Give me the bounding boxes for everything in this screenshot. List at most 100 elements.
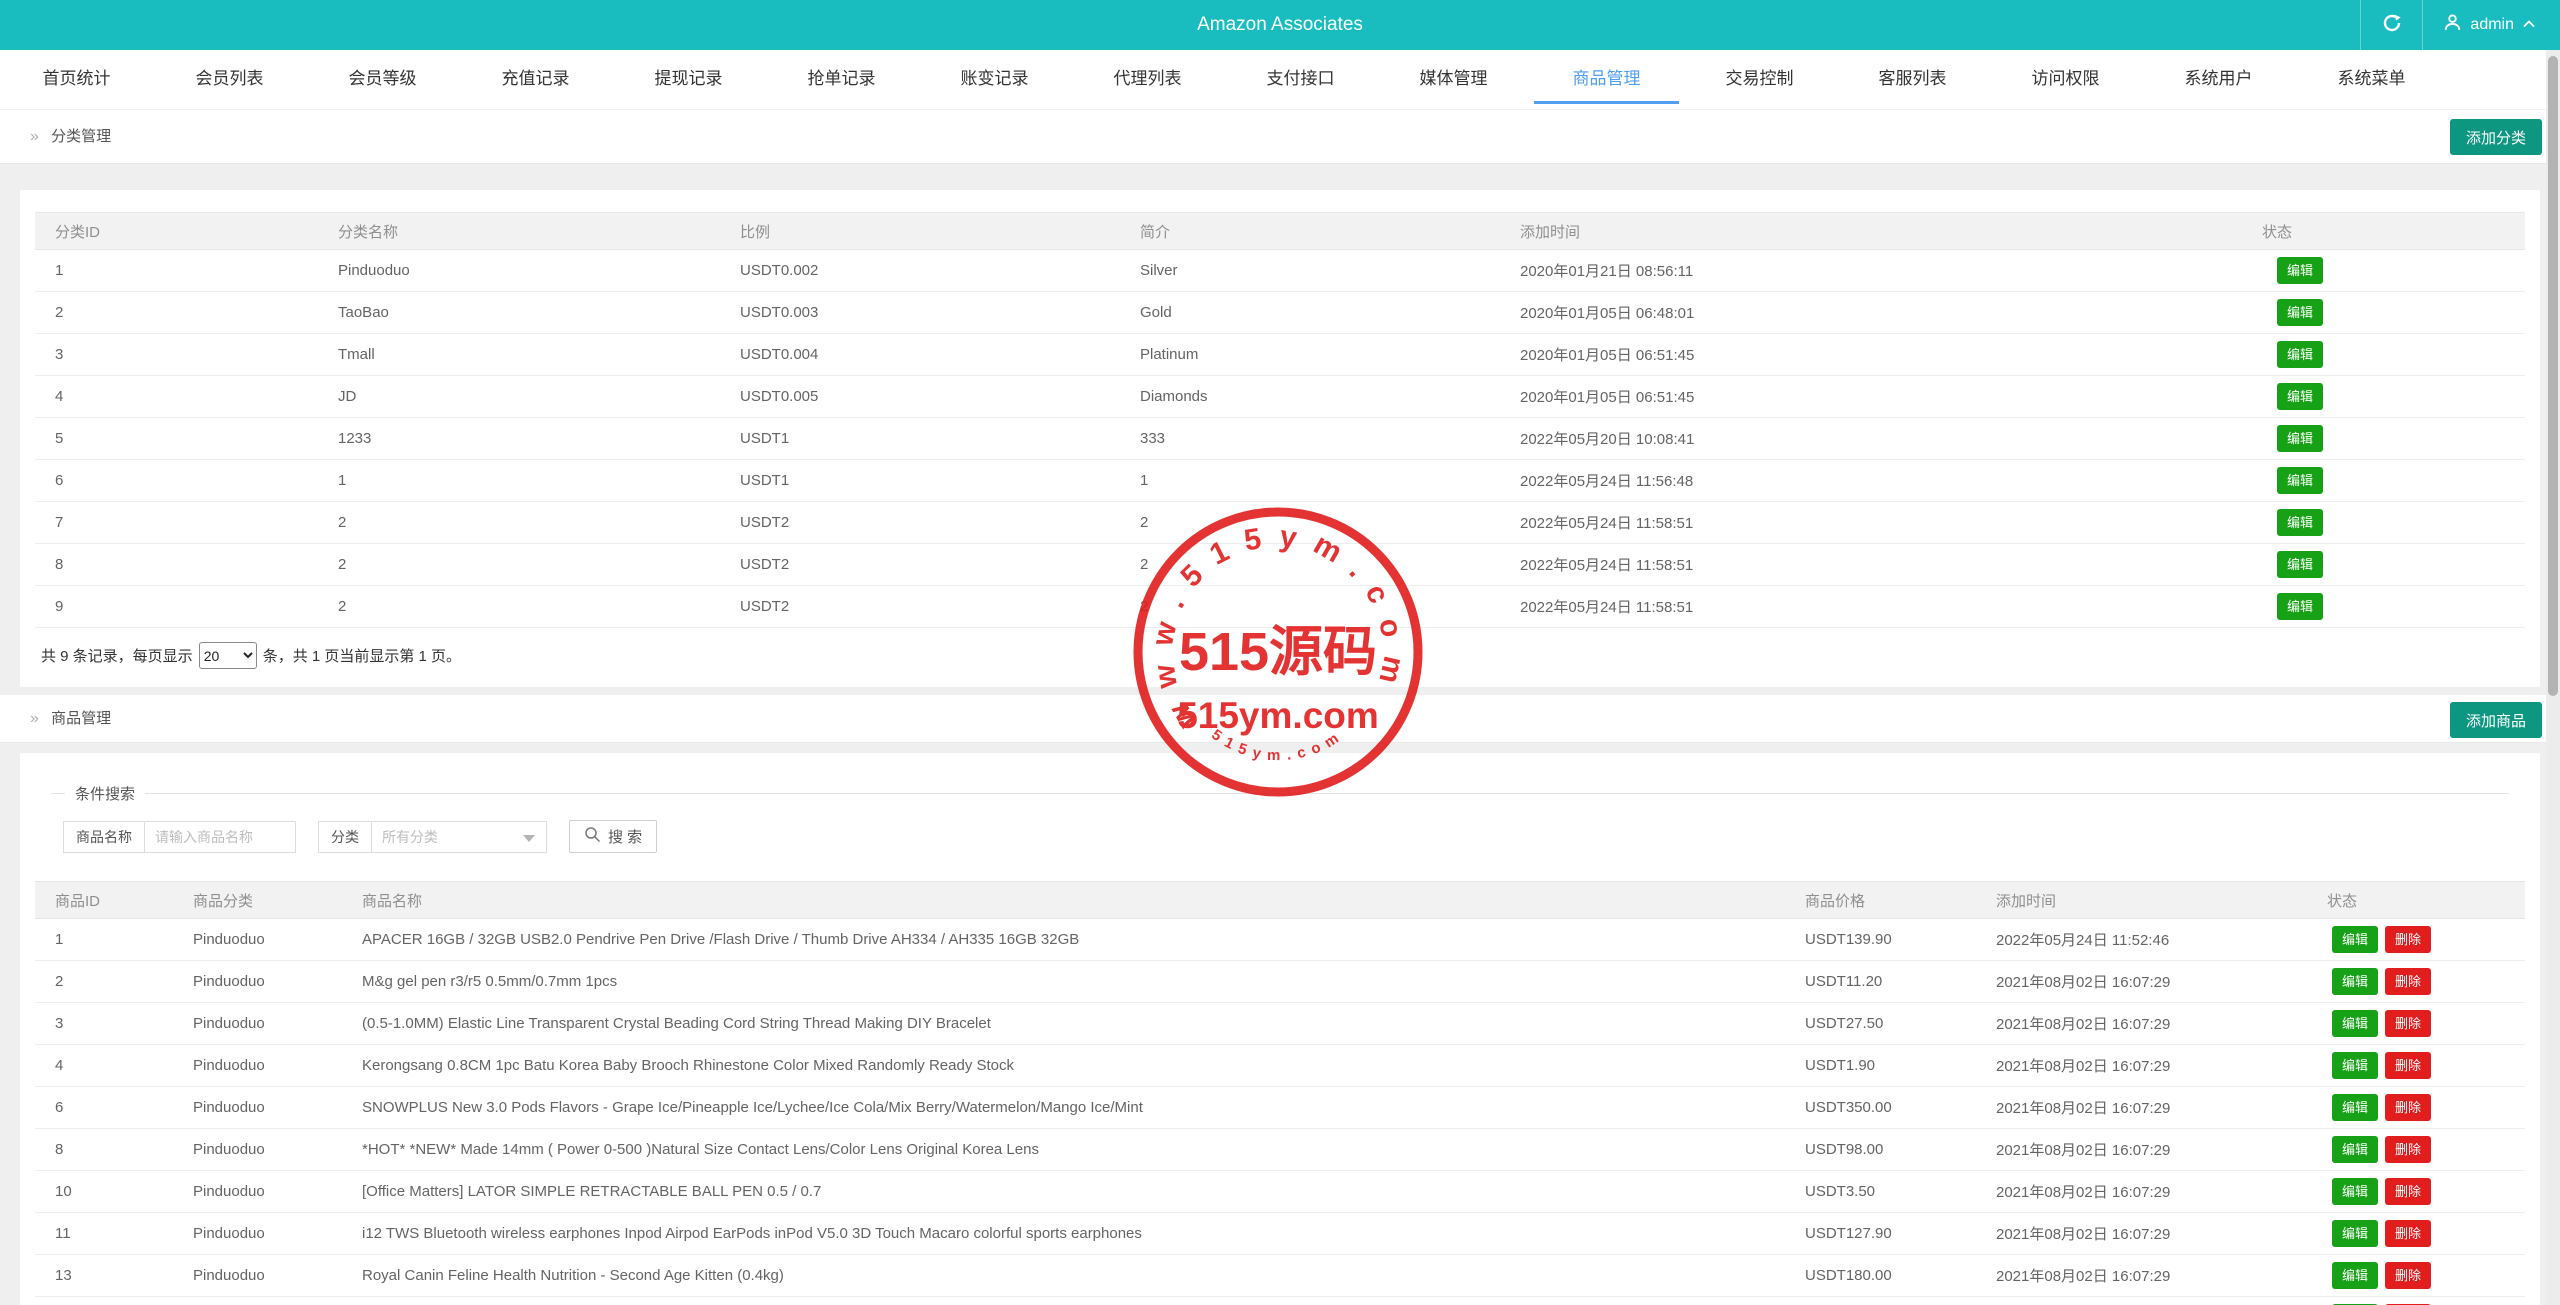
search-button[interactable]: 搜 索 xyxy=(569,820,657,853)
edit-button[interactable]: 编辑 xyxy=(2277,383,2323,410)
delete-button[interactable]: 删除 xyxy=(2385,1052,2431,1079)
edit-button[interactable]: 编辑 xyxy=(2277,593,2323,620)
column-header: 分类ID xyxy=(35,213,318,250)
cell-ratio: USDT2 xyxy=(720,544,1120,586)
pagination: 共 9 条记录，每页显示 20 条，共 1 页当前显示第 1 页。 xyxy=(41,642,2525,669)
edit-button[interactable]: 编辑 xyxy=(2277,509,2323,536)
add-product-button[interactable]: 添加商品 xyxy=(2450,702,2542,738)
pagination-suffix: 条，共 1 页当前显示第 1 页。 xyxy=(263,645,461,666)
edit-button[interactable]: 编辑 xyxy=(2332,1220,2378,1247)
edit-button[interactable]: 编辑 xyxy=(2277,257,2323,284)
breadcrumb-product: 商品管理 xyxy=(51,710,111,727)
cell-time: 2020年01月05日 06:51:45 xyxy=(1500,334,2242,376)
cell-id: 11 xyxy=(35,1213,173,1255)
tab-member-list[interactable]: 会员列表 xyxy=(153,50,306,110)
edit-button[interactable]: 编辑 xyxy=(2332,926,2378,953)
cell-category: Pinduoduo xyxy=(173,1297,342,1305)
cell-id: 1 xyxy=(35,919,173,961)
cell-name: *Hot Sales* Macaron Bluetooth Earpod InP… xyxy=(342,1297,1785,1305)
tab-label: 访问权限 xyxy=(2032,69,2100,88)
tab-recharge-records[interactable]: 充值记录 xyxy=(459,50,612,110)
cell-status: 编辑删除 xyxy=(2307,1087,2525,1129)
edit-button[interactable]: 编辑 xyxy=(2277,551,2323,578)
search-row: 商品名称 分类 所有分类 搜 索 xyxy=(63,820,2509,853)
category-table-row: 92USDT222022年05月24日 11:58:51编辑 xyxy=(35,586,2525,628)
tab-label: 提现记录 xyxy=(655,69,723,88)
edit-button[interactable]: 编辑 xyxy=(2277,467,2323,494)
delete-button[interactable]: 删除 xyxy=(2385,1262,2431,1289)
delete-button[interactable]: 删除 xyxy=(2385,968,2431,995)
tab-agent-list[interactable]: 代理列表 xyxy=(1071,50,1224,110)
category-filter-select[interactable]: 所有分类 xyxy=(371,821,547,853)
edit-button[interactable]: 编辑 xyxy=(2277,425,2323,452)
tab-system-menu[interactable]: 系统菜单 xyxy=(2295,50,2448,110)
cell-desc: Silver xyxy=(1120,250,1500,292)
refresh-button[interactable] xyxy=(2360,0,2422,50)
tab-grab-order-records[interactable]: 抢单记录 xyxy=(765,50,918,110)
edit-button[interactable]: 编辑 xyxy=(2332,1052,2378,1079)
edit-button[interactable]: 编辑 xyxy=(2332,1094,2378,1121)
cell-ratio: USDT0.004 xyxy=(720,334,1120,376)
tab-label: 代理列表 xyxy=(1114,69,1182,88)
tab-account-change-records[interactable]: 账变记录 xyxy=(918,50,1071,110)
active-tab-underline xyxy=(1534,101,1679,104)
cell-id: 9 xyxy=(35,586,318,628)
product-table-header: 商品ID商品分类商品名称商品价格添加时间状态 xyxy=(35,882,2525,919)
scrollbar-thumb[interactable] xyxy=(2548,56,2558,696)
cell-desc: 2 xyxy=(1120,502,1500,544)
delete-button[interactable]: 删除 xyxy=(2385,1136,2431,1163)
cell-time: 2021年08月02日 16:07:29 xyxy=(1976,961,2307,1003)
tab-member-level[interactable]: 会员等级 xyxy=(306,50,459,110)
cell-status: 编辑删除 xyxy=(2307,919,2525,961)
vertical-scrollbar[interactable] xyxy=(2546,50,2560,1305)
category-filter-value: 所有分类 xyxy=(382,829,438,845)
category-filter-label: 分类 xyxy=(318,821,372,853)
edit-button[interactable]: 编辑 xyxy=(2332,1262,2378,1289)
cell-price: USDT3.50 xyxy=(1785,1171,1976,1213)
tab-withdraw-records[interactable]: 提现记录 xyxy=(612,50,765,110)
cell-price: USDT127.90 xyxy=(1785,1213,1976,1255)
delete-button[interactable]: 删除 xyxy=(2385,1220,2431,1247)
page-size-select[interactable]: 20 xyxy=(199,642,257,669)
delete-button[interactable]: 删除 xyxy=(2385,1010,2431,1037)
user-name: admin xyxy=(2470,16,2514,34)
column-header: 状态 xyxy=(2242,213,2525,250)
product-table-row: 2PinduoduoM&g gel pen r3/r5 0.5mm/0.7mm … xyxy=(35,961,2525,1003)
tab-payment-api[interactable]: 支付接口 xyxy=(1224,50,1377,110)
cell-desc: 2 xyxy=(1120,544,1500,586)
cell-status: 编辑删除 xyxy=(2307,1045,2525,1087)
delete-button[interactable]: 删除 xyxy=(2385,1094,2431,1121)
category-table-row: 1PinduoduoUSDT0.002Silver2020年01月21日 08:… xyxy=(35,250,2525,292)
cell-name: 1233 xyxy=(318,418,720,460)
edit-button[interactable]: 编辑 xyxy=(2332,1136,2378,1163)
tab-home-stats[interactable]: 首页统计 xyxy=(0,50,153,110)
edit-button[interactable]: 编辑 xyxy=(2332,1010,2378,1037)
delete-button[interactable]: 删除 xyxy=(2385,926,2431,953)
tab-system-users[interactable]: 系统用户 xyxy=(2142,50,2295,110)
add-category-button[interactable]: 添加分类 xyxy=(2450,119,2542,155)
column-header: 商品价格 xyxy=(1785,882,1976,919)
cell-status: 编辑删除 xyxy=(2307,1003,2525,1045)
delete-button[interactable]: 删除 xyxy=(2385,1178,2431,1205)
cell-name: Royal Canin Feline Health Nutrition - Se… xyxy=(342,1255,1785,1297)
category-table-row: 4JDUSDT0.005Diamonds2020年01月05日 06:51:45… xyxy=(35,376,2525,418)
tab-media-management[interactable]: 媒体管理 xyxy=(1377,50,1530,110)
product-name-input[interactable] xyxy=(144,821,296,853)
edit-button[interactable]: 编辑 xyxy=(2332,968,2378,995)
main-nav: 首页统计会员列表会员等级充值记录 提现记录 抢单记录账变记录 代理列表 支付接口媒体管理… xyxy=(0,50,2560,110)
tab-transaction-control[interactable]: 交易控制 xyxy=(1683,50,1836,110)
tab-access-permission[interactable]: 访问权限 xyxy=(1989,50,2142,110)
tab-customer-service-list[interactable]: 客服列表 xyxy=(1836,50,1989,110)
edit-button[interactable]: 编辑 xyxy=(2277,341,2323,368)
cell-name: SNOWPLUS New 3.0 Pods Flavors - Grape Ic… xyxy=(342,1087,1785,1129)
cell-time: 2021年08月02日 16:07:29 xyxy=(1976,1255,2307,1297)
cell-ratio: USDT1 xyxy=(720,418,1120,460)
cell-status: 编辑 xyxy=(2242,418,2525,460)
user-menu[interactable]: admin xyxy=(2422,0,2560,50)
category-table-header: 分类ID分类名称比例简介添加时间状态 xyxy=(35,213,2525,250)
edit-button[interactable]: 编辑 xyxy=(2277,299,2323,326)
tab-product-management[interactable]: 商品管理 xyxy=(1530,50,1683,110)
pagination-prefix: 共 9 条记录，每页显示 xyxy=(41,645,193,666)
cell-category: Pinduoduo xyxy=(173,1045,342,1087)
edit-button[interactable]: 编辑 xyxy=(2332,1178,2378,1205)
